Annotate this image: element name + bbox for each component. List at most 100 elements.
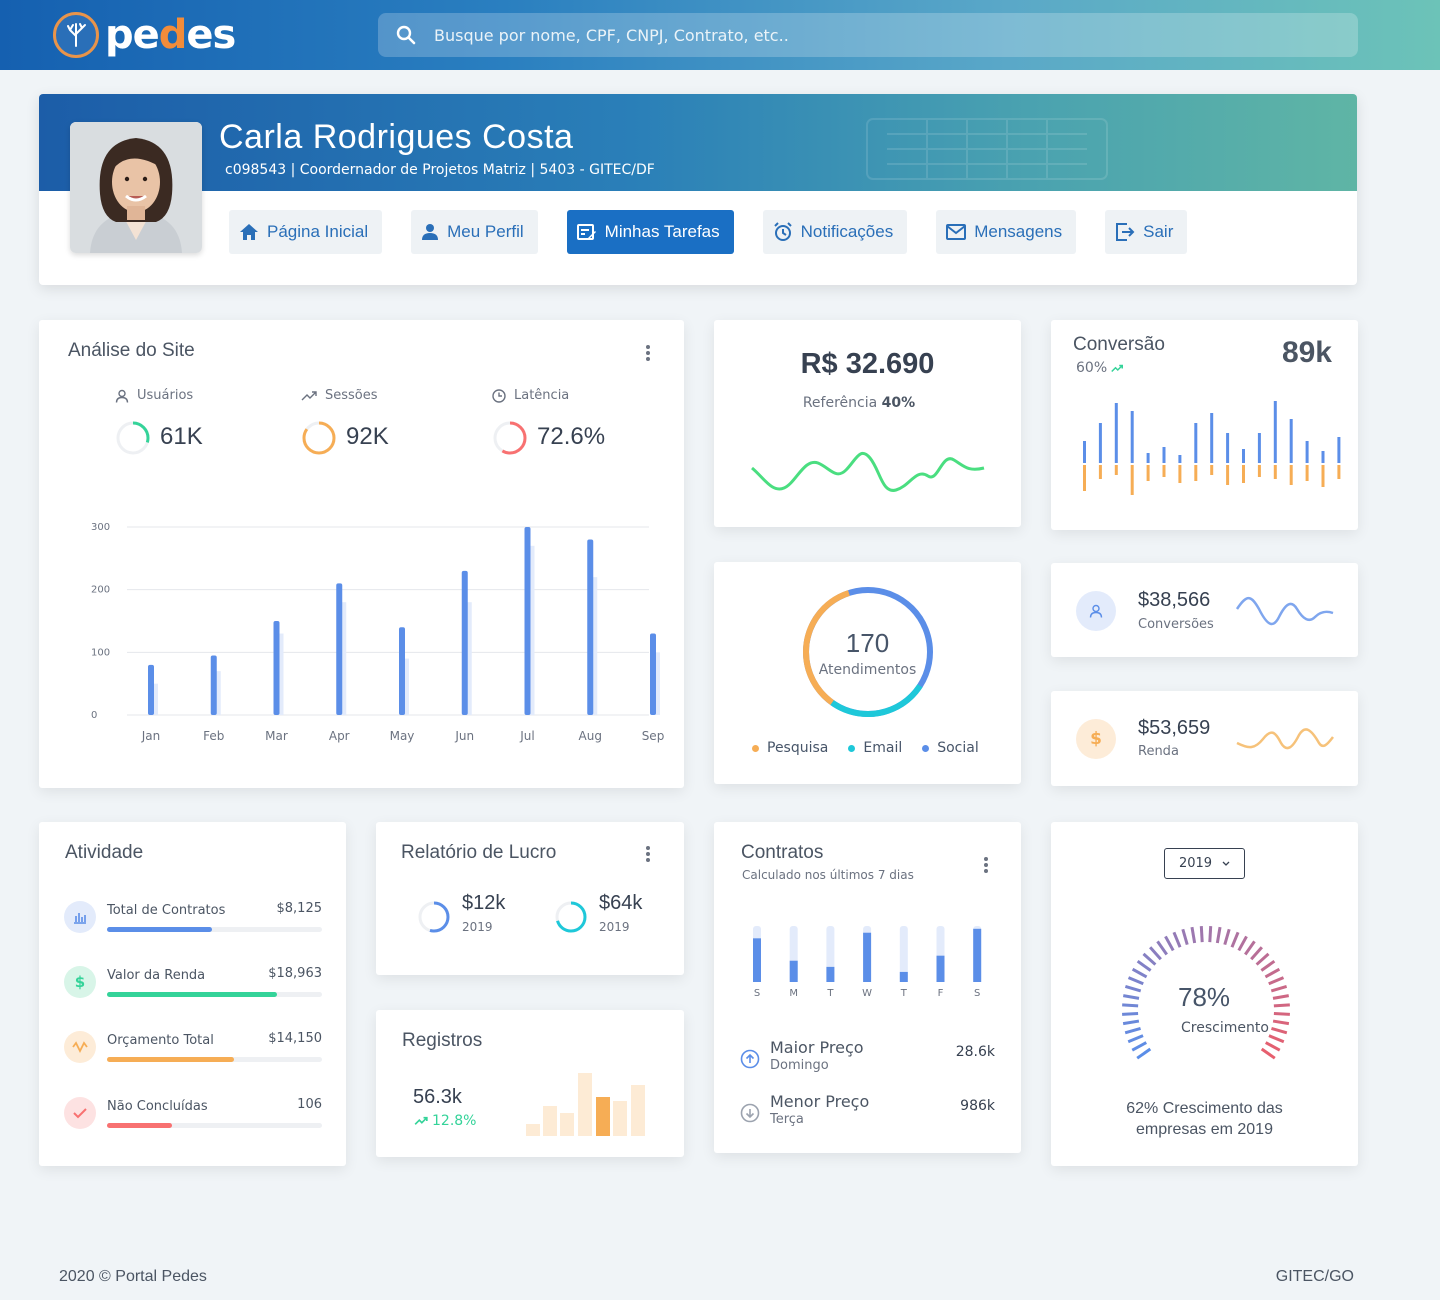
conversion-bar-up: [1242, 449, 1245, 463]
nav-logout-label: Sair: [1143, 222, 1174, 241]
profit-report-card: Relatório de Lucro $12k 2019 $64k 2019: [376, 822, 684, 975]
records-card: Registros 56.3k 12.8%: [376, 1010, 684, 1157]
conversion-bar-down: [1210, 465, 1214, 475]
income-sparkline: [1236, 728, 1334, 750]
attendance-legend: Pesquisa Email Social: [752, 740, 999, 756]
nav-profile-label: Meu Perfil: [447, 222, 524, 241]
conversions-sparkline: [1235, 596, 1334, 626]
users-stat-label: Usuários: [115, 388, 193, 403]
profile-name: Carla Rodrigues Costa: [219, 118, 574, 156]
profit-b-value: $64k: [599, 892, 643, 914]
user-outline-icon: [115, 389, 129, 403]
activity-progress: [107, 992, 322, 997]
week-bar: [789, 960, 798, 982]
gauge-tick: [1260, 1047, 1276, 1060]
income-card: $ $53,659 Renda: [1051, 691, 1358, 786]
conversion-bar-up: [1162, 447, 1166, 463]
x-tick-label: Sep: [642, 729, 665, 743]
contracts-menu-icon[interactable]: [984, 857, 988, 873]
alarm-clock-icon: [773, 222, 792, 241]
max-price-day: Domingo: [770, 1058, 829, 1073]
clock-icon: [492, 388, 506, 403]
avatar[interactable]: [70, 122, 202, 253]
records-title: Registros: [402, 1030, 483, 1051]
footer-org: GITEC/GO: [1275, 1268, 1354, 1285]
activity-progress: [107, 1057, 322, 1062]
conversion-bar-down: [1162, 465, 1166, 477]
trending-up-icon: [1111, 364, 1124, 372]
gauge-tick: [1124, 985, 1142, 993]
nav-tasks-button[interactable]: Minhas Tarefas: [566, 210, 734, 254]
activity-value: $8,125: [276, 901, 323, 916]
gauge-tick: [1122, 994, 1140, 1000]
gauge-tick: [1190, 926, 1197, 944]
site-analysis-bar-chart: 0 100 200 300 Jan Feb Mar Apr May Jun Jul Aug Sep: [91, 522, 665, 743]
logo[interactable]: pedes: [53, 12, 236, 58]
conversion-bar-down: [1257, 465, 1261, 477]
profit-menu-icon[interactable]: [646, 846, 650, 862]
activity-title: Atividade: [65, 842, 144, 863]
conversion-bar-down: [1083, 465, 1086, 491]
gauge-tick: [1149, 946, 1162, 961]
year-select[interactable]: 2019: [1164, 848, 1245, 879]
bar-primary: [461, 570, 468, 715]
x-tick-label: Jun: [454, 729, 474, 743]
gauge-tick: [1131, 1041, 1148, 1052]
sessions-progress-ring: [302, 421, 336, 455]
gauge-tick: [1172, 931, 1182, 948]
gauge-tick: [1268, 976, 1285, 986]
contracts-title: Contratos: [741, 842, 824, 863]
site-analysis-menu-icon[interactable]: [646, 345, 650, 361]
min-price-value: 986k: [960, 1098, 995, 1114]
conversions-card: $38,566 Conversões: [1051, 563, 1358, 657]
gauge-tick: [1127, 1034, 1144, 1044]
gauge-tick: [1264, 1041, 1281, 1052]
week-day-label: M: [789, 988, 798, 999]
min-price-label: Menor Preço: [770, 1092, 870, 1111]
gauge-tick: [1142, 952, 1157, 966]
week-bar: [936, 955, 945, 982]
week-day-label: F: [938, 988, 944, 999]
users-progress-ring: [116, 421, 150, 455]
nav-messages-button[interactable]: Mensagens: [936, 210, 1077, 254]
trending-up-icon: [301, 390, 317, 400]
profile-nav: Página Inicial Meu Perfil Minhas Tarefas…: [229, 210, 1216, 254]
activity-value: 106: [297, 1097, 322, 1112]
site-analysis-title: Análise do Site: [68, 340, 195, 361]
bar-primary: [336, 583, 343, 715]
conversion-bar-up: [1210, 413, 1214, 463]
nav-notifications-button[interactable]: Notificações: [762, 210, 908, 254]
dollar-icon: $: [64, 966, 96, 998]
mail-icon: [946, 224, 967, 240]
conversion-bar-up: [1178, 455, 1182, 463]
nav-profile-button[interactable]: Meu Perfil: [411, 210, 538, 254]
attendance-label: Atendimentos: [818, 662, 917, 678]
search-input[interactable]: [434, 25, 1234, 45]
users-stat-value: 61K: [160, 423, 203, 450]
nav-home-button[interactable]: Página Inicial: [229, 210, 383, 254]
y-tick-label: 100: [91, 647, 110, 658]
conversion-bar-down: [1337, 465, 1341, 479]
logo-text: pedes: [105, 12, 236, 58]
nav-messages-label: Mensagens: [974, 222, 1063, 241]
week-bar: [863, 932, 872, 982]
banner-decoration: [866, 118, 1108, 180]
gauge-tick: [1122, 1012, 1139, 1016]
arrow-down-circle-icon: [740, 1103, 760, 1123]
conversion-bar-up: [1098, 423, 1102, 463]
nav-logout-button[interactable]: Sair: [1105, 210, 1188, 254]
activity-value: $18,963: [268, 966, 322, 981]
conversion-bar-down: [1098, 465, 1102, 479]
contracts-subtitle: Calculado nos últimos 7 dias: [742, 868, 914, 882]
conversion-card: Conversão 60% 89k: [1051, 320, 1358, 530]
footer-copyright: 2020 © Portal Pedes: [59, 1268, 207, 1285]
sessions-stat-label: Sessões: [301, 388, 378, 403]
arrow-up-circle-icon: [740, 1049, 760, 1069]
gauge-tick: [1255, 952, 1270, 966]
latency-progress-ring: [493, 421, 527, 455]
activity-card: Atividade Total de Contratos $8,125 $ Va…: [39, 822, 346, 1166]
search-bar[interactable]: [378, 13, 1358, 57]
gauge-tick: [1215, 926, 1222, 944]
gauge-tick: [1181, 928, 1189, 946]
week-bar: [753, 938, 761, 982]
